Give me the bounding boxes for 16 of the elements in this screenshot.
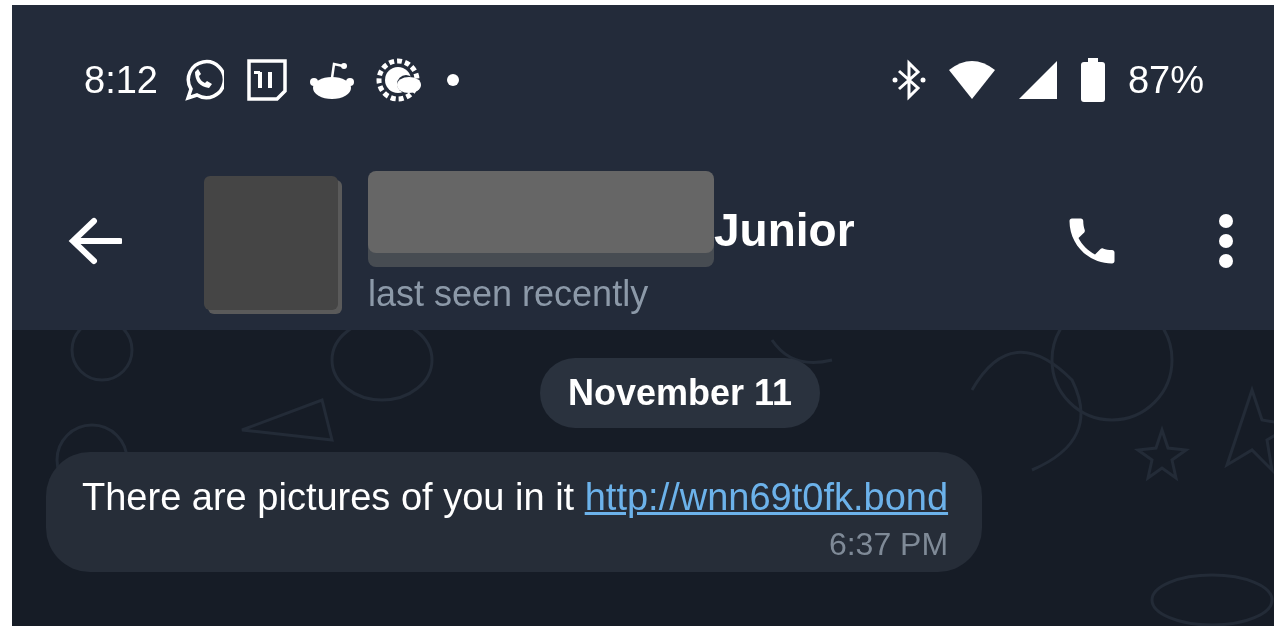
bluetooth-icon — [891, 59, 926, 101]
date-label: November 11 — [539, 358, 821, 428]
robot-head-icon — [309, 60, 354, 100]
weather-icon — [375, 56, 424, 104]
calendar-icon — [245, 58, 288, 102]
battery-icon — [1079, 58, 1106, 102]
wifi-icon — [947, 60, 996, 100]
message-link[interactable]: http://wnn69t0fk.bond — [584, 476, 949, 518]
dot-icon — [445, 73, 460, 87]
battery-percentage: 87% — [1127, 58, 1204, 102]
message-time: 6:37 PM — [828, 526, 949, 562]
message-text: There are pictures of you in it http://wnn69t0fk.bond — [82, 476, 949, 518]
signal-icon — [1017, 60, 1058, 100]
last-seen-status: last seen recently — [368, 272, 650, 315]
contact-name: Junior — [714, 206, 855, 253]
status-time: 8:12 — [84, 58, 158, 102]
